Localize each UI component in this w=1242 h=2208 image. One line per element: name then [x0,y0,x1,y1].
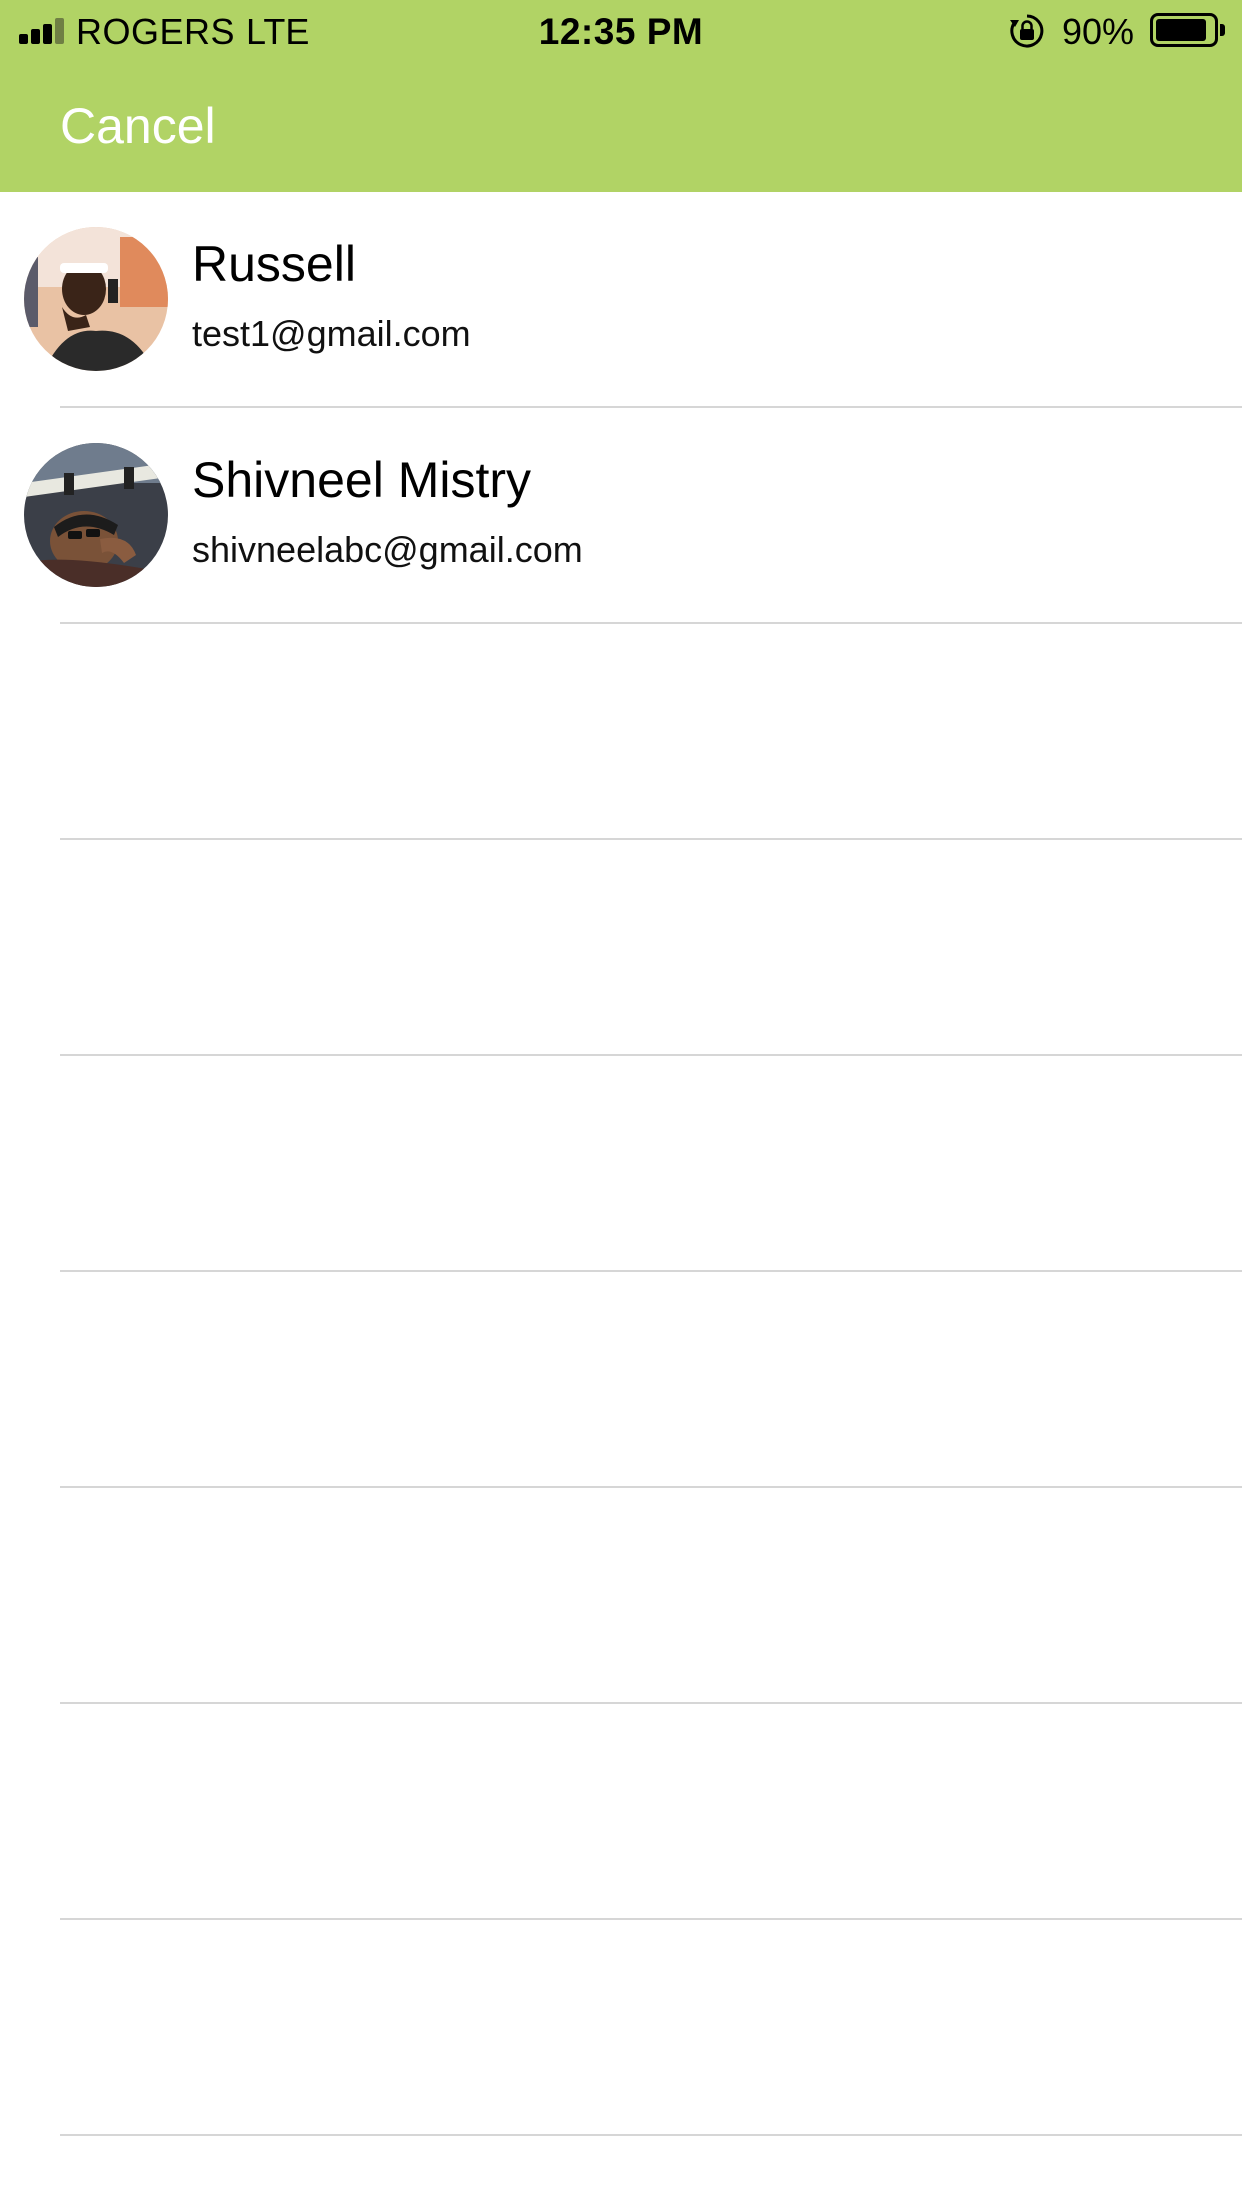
empty-row [0,1056,1242,1272]
contact-email: shivneelabc@gmail.com [192,529,583,570]
contact-row-shivneel-mistry[interactable]: Shivneel Mistry shivneelabc@gmail.com [0,408,1242,624]
empty-row [0,1704,1242,1920]
empty-row [0,1920,1242,2136]
status-bar: ROGERS LTE 12:35 PM 90% [0,0,1242,62]
status-time: 12:35 PM [538,11,704,52]
battery-percentage: 90% [1062,11,1135,52]
empty-row [0,1488,1242,1704]
battery-icon [1150,13,1226,47]
avatar [24,443,168,587]
avatar [24,227,168,371]
cancel-button[interactable]: Cancel [60,96,216,156]
nav-bar: Cancel [0,62,1242,192]
contact-name: Russell [192,236,356,292]
empty-row [0,1272,1242,1488]
contact-row-russell[interactable]: Russell test1@gmail.com [0,192,1242,408]
row-divider [60,2134,1242,2136]
contact-name: Shivneel Mistry [192,452,531,508]
contact-picker-screen: ROGERS LTE 12:35 PM 90% Cancel Russell t… [0,0,1242,2208]
header: ROGERS LTE 12:35 PM 90% Cancel [0,0,1242,192]
empty-row [0,840,1242,1056]
contact-email: test1@gmail.com [192,313,471,354]
empty-row [0,624,1242,840]
rotation-lock-icon [1008,12,1046,50]
